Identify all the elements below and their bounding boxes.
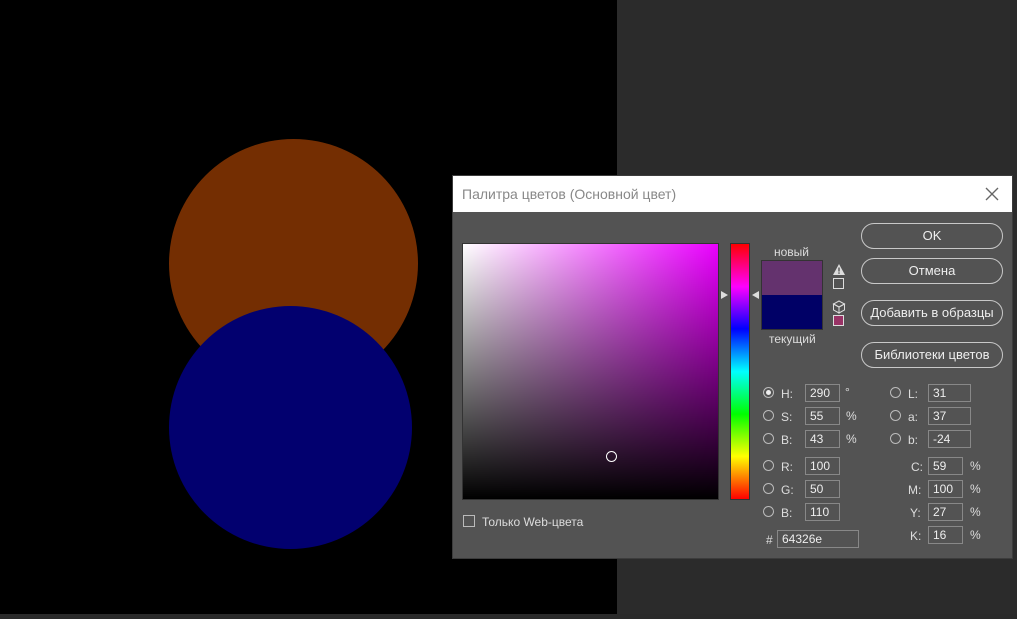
brightness-unit: %	[846, 432, 857, 446]
blue-label: B:	[781, 506, 793, 520]
lab-l-label: L:	[908, 387, 919, 401]
warning-icon[interactable]	[832, 263, 846, 277]
green-label: G:	[781, 483, 794, 497]
hue-slider-handle-right[interactable]	[752, 291, 759, 299]
black-field[interactable]: 16	[928, 526, 963, 544]
color-picker-dialog: Палитра цветов (Основной цвет) новый тек…	[452, 175, 1013, 559]
magenta-field[interactable]: 100	[928, 480, 963, 498]
brightness-label: B:	[781, 433, 793, 447]
magenta-unit: %	[970, 482, 981, 496]
new-color-swatch	[762, 261, 822, 295]
green-field[interactable]: 50	[805, 480, 840, 498]
dialog-title: Палитра цветов (Основной цвет)	[462, 186, 677, 202]
cyan-unit: %	[970, 459, 981, 473]
color-comparison	[761, 260, 823, 330]
add-to-swatches-button[interactable]: Добавить в образцы	[861, 300, 1003, 326]
new-color-label: новый	[774, 245, 810, 259]
close-icon	[985, 187, 999, 201]
blue-radio[interactable]	[763, 506, 774, 517]
red-field[interactable]: 100	[805, 457, 840, 475]
hue-label: H:	[781, 387, 793, 401]
web-colors-only-checkbox[interactable]	[463, 515, 475, 527]
hue-field[interactable]: 290	[805, 384, 840, 402]
color-field-cursor[interactable]	[606, 451, 617, 462]
hue-radio[interactable]	[763, 387, 774, 398]
web-colors-only-label: Только Web-цвета	[482, 515, 584, 529]
cancel-button[interactable]: Отмена	[861, 258, 1003, 284]
yellow-field[interactable]: 27	[928, 503, 963, 521]
lab-a-radio[interactable]	[890, 410, 901, 421]
color-libraries-button[interactable]: Библиотеки цветов	[861, 342, 1003, 368]
saturation-label: S:	[781, 410, 793, 424]
saturation-unit: %	[846, 409, 857, 423]
hex-label: #	[766, 533, 773, 547]
gamut-warning-swatch[interactable]	[833, 278, 844, 289]
lab-l-radio[interactable]	[890, 387, 901, 398]
dialog-titlebar: Палитра цветов (Основной цвет)	[453, 176, 1012, 212]
current-color-label: текущий	[769, 332, 816, 346]
blue-circle	[169, 306, 412, 549]
lab-b-label: b:	[908, 433, 919, 447]
yellow-label: Y:	[910, 506, 921, 520]
cyan-field[interactable]: 59	[928, 457, 963, 475]
web-safe-swatch[interactable]	[833, 315, 844, 326]
lab-b-radio[interactable]	[890, 433, 901, 444]
lab-l-field[interactable]: 31	[928, 384, 971, 402]
lab-b-field[interactable]: -24	[928, 430, 971, 448]
cube-icon[interactable]	[832, 300, 846, 314]
ok-button[interactable]: OK	[861, 223, 1003, 249]
black-unit: %	[970, 528, 981, 542]
hue-slider[interactable]	[730, 243, 750, 500]
lab-a-field[interactable]: 37	[928, 407, 971, 425]
current-color-swatch[interactable]	[762, 295, 822, 329]
brightness-radio[interactable]	[763, 433, 774, 444]
lab-a-label: a:	[908, 410, 919, 424]
green-radio[interactable]	[763, 483, 774, 494]
saturation-radio[interactable]	[763, 410, 774, 421]
hue-unit: °	[845, 385, 850, 399]
close-button[interactable]	[981, 183, 1003, 205]
yellow-unit: %	[970, 505, 981, 519]
black-label: K:	[910, 529, 922, 543]
red-label: R:	[781, 460, 793, 474]
brightness-field[interactable]: 43	[805, 430, 840, 448]
magenta-label: M:	[908, 483, 922, 497]
red-radio[interactable]	[763, 460, 774, 471]
hue-slider-handle-left[interactable]	[721, 291, 728, 299]
color-field[interactable]	[462, 243, 719, 500]
hex-field[interactable]: 64326e	[777, 530, 859, 548]
saturation-field[interactable]: 55	[805, 407, 840, 425]
cyan-label: C:	[911, 460, 923, 474]
blue-field[interactable]: 110	[805, 503, 840, 521]
